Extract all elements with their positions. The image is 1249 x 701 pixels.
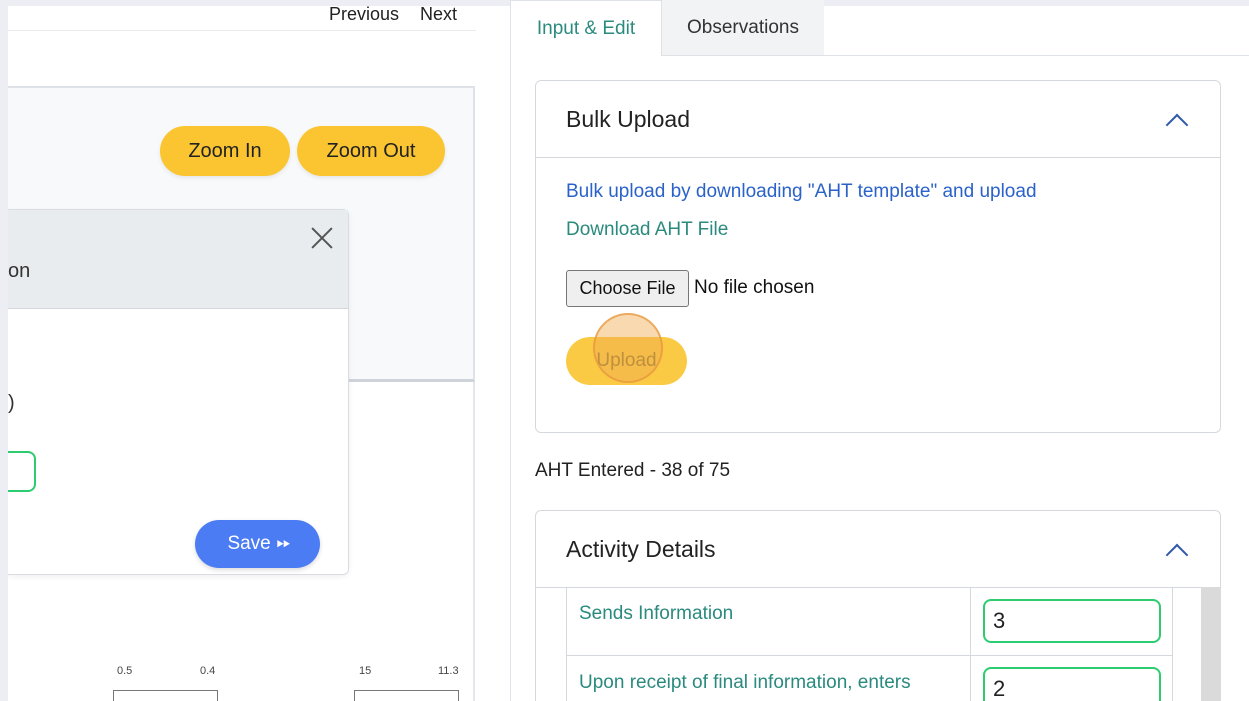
tab-input-edit[interactable]: Input & Edit: [510, 0, 662, 56]
bulk-upload-header[interactable]: Bulk Upload: [536, 81, 1220, 158]
axis-tick: 15: [359, 665, 372, 677]
zoom-in-button[interactable]: Zoom In: [160, 126, 290, 176]
aht-value-input[interactable]: [983, 667, 1161, 701]
aht-status: AHT Entered - 38 of 75: [535, 460, 731, 481]
edit-modal: on ) Save ⯈⯈: [0, 209, 349, 575]
modal-header: on: [8, 210, 348, 309]
activity-label: Sends Information: [579, 603, 734, 624]
save-label: Save: [227, 533, 271, 554]
fast-forward-icon: ⯈⯈: [274, 537, 292, 552]
activity-label: Upon receipt of final information, enter…: [579, 672, 911, 693]
axis-tick: 11.3: [438, 665, 459, 677]
modal-title: on: [8, 260, 31, 282]
next-link[interactable]: Next: [420, 4, 457, 25]
table-scrollbar[interactable]: [1201, 587, 1221, 701]
value-box[interactable]: [354, 690, 459, 701]
zoom-out-button[interactable]: Zoom Out: [297, 126, 445, 176]
value-box[interactable]: [113, 690, 218, 701]
column-divider: [970, 587, 971, 701]
tab-observations[interactable]: Observations: [662, 0, 824, 56]
activity-table: Sends Information Upon receipt of final …: [566, 587, 1173, 701]
previous-link[interactable]: Previous: [329, 4, 399, 25]
divider: [8, 30, 476, 31]
modal-label-fragment: ): [8, 392, 15, 414]
close-icon[interactable]: [310, 226, 334, 250]
bulk-upload-title: Bulk Upload: [566, 106, 691, 132]
axis-tick: 0.5: [117, 665, 133, 677]
table-row: Upon receipt of final information, enter…: [567, 656, 1173, 701]
chevron-up-icon[interactable]: [1165, 111, 1187, 133]
chevron-up-icon[interactable]: [1165, 541, 1187, 563]
save-button[interactable]: Save ⯈⯈: [195, 520, 320, 568]
table-row: Sends Information: [567, 587, 1173, 656]
column-divider: [1172, 587, 1173, 701]
bulk-upload-description-link[interactable]: Bulk upload by downloading "AHT template…: [566, 181, 1037, 203]
click-indicator: [593, 313, 663, 383]
app-frame: Previous Next Zoom In Zoom Out on ) Save…: [0, 0, 1249, 701]
left-edge: [0, 0, 8, 701]
download-aht-file-link[interactable]: Download AHT File: [566, 219, 728, 241]
activity-details-title: Activity Details: [566, 536, 716, 562]
choose-file-button[interactable]: Choose File: [566, 270, 689, 307]
axis-tick: 0.4: [200, 665, 216, 677]
aht-value-input[interactable]: [983, 599, 1161, 643]
file-status-text: No file chosen: [694, 277, 815, 298]
tab-underline: [662, 55, 1249, 56]
activity-details-header[interactable]: Activity Details: [536, 511, 1220, 588]
